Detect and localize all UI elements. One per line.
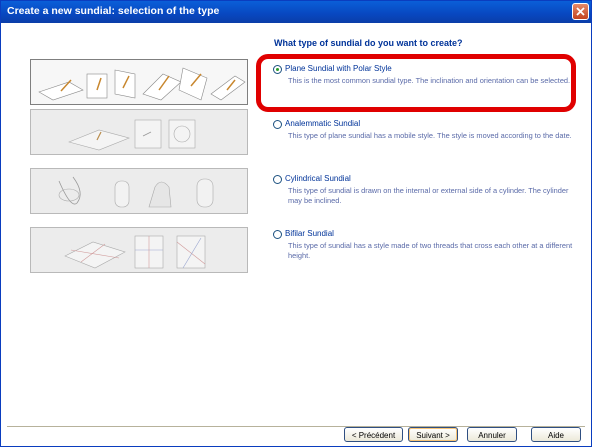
option-label: Analemmatic Sundial <box>285 119 361 128</box>
bifilar-sundial-thumbnail[interactable] <box>30 227 248 273</box>
option-description: This type of sundial has a style made of… <box>288 241 573 260</box>
analemmatic-sundial-preview-icon <box>68 119 196 151</box>
radio-bifilar-sundial[interactable] <box>273 230 282 239</box>
plane-sundial-preview-icon <box>38 67 246 101</box>
title-bar[interactable]: Create a new sundial: selection of the t… <box>1 1 591 23</box>
radio-analemmatic-sundial[interactable] <box>273 120 282 129</box>
next-button[interactable]: Suivant > <box>408 427 458 442</box>
cylindrical-sundial-thumbnail[interactable] <box>30 168 248 214</box>
option-description: This type of plane sundial has a mobile … <box>288 131 572 140</box>
wizard-body: What type of sundial do you want to crea… <box>1 23 591 446</box>
radio-cylindrical-sundial[interactable] <box>273 175 282 184</box>
plane-sundial-thumbnail[interactable] <box>30 59 248 105</box>
option-cylindrical-sundial[interactable]: Cylindrical Sundial This type of sundial… <box>273 174 573 205</box>
cancel-button[interactable]: Annuler <box>467 427 517 442</box>
question-heading: What type of sundial do you want to crea… <box>274 38 463 48</box>
analemmatic-sundial-thumbnail[interactable] <box>30 109 248 155</box>
cylindrical-sundial-preview-icon <box>58 176 214 208</box>
window-title: Create a new sundial: selection of the t… <box>7 5 220 17</box>
close-button[interactable] <box>572 3 589 20</box>
help-button[interactable]: Aide <box>531 427 581 442</box>
wizard-window: Create a new sundial: selection of the t… <box>0 0 592 447</box>
option-description: This type of sundial is drawn on the int… <box>288 186 569 205</box>
bifilar-sundial-preview-icon <box>64 235 206 269</box>
option-analemmatic-sundial[interactable]: Analemmatic Sundial This type of plane s… <box>273 119 573 141</box>
option-label: Cylindrical Sundial <box>285 174 351 183</box>
close-icon <box>576 7 585 16</box>
option-label: Bifilar Sundial <box>285 229 334 238</box>
previous-button[interactable]: < Précédent <box>344 427 403 442</box>
selection-highlight <box>256 54 576 112</box>
option-bifilar-sundial[interactable]: Bifilar Sundial This type of sundial has… <box>273 229 573 260</box>
